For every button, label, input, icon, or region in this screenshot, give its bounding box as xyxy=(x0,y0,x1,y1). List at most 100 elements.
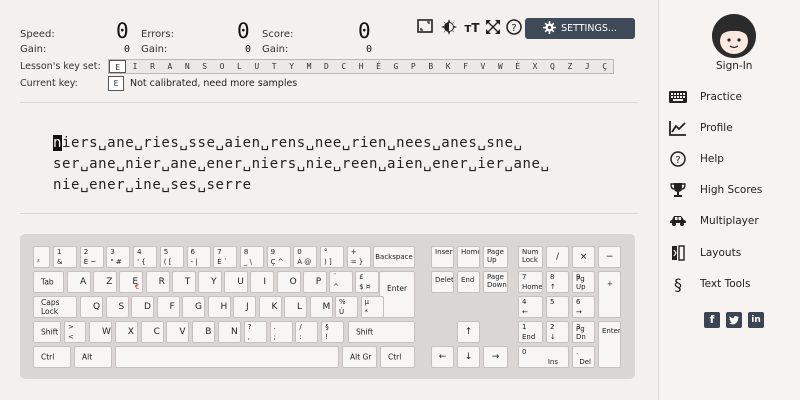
key-letter[interactable]: F xyxy=(156,296,180,318)
text-size-icon[interactable]: тT xyxy=(463,19,481,37)
key-numpad-7[interactable]: 7 Home xyxy=(518,271,543,293)
key-numpad-decimal[interactable]: . Del xyxy=(572,346,595,368)
key-ctrl-right[interactable]: Ctrl xyxy=(380,346,415,368)
key-letter[interactable]: E € xyxy=(119,271,144,293)
key-numpad-add[interactable]: + xyxy=(598,271,621,318)
key-symbol[interactable]: ¨ ^ xyxy=(329,271,353,293)
key-numpad-1[interactable]: 1 End xyxy=(518,321,543,343)
key-row0-11[interactable]: °) ] xyxy=(320,246,344,268)
key-row0-8[interactable]: 8 _ \ xyxy=(239,246,264,268)
key-numpad-divide[interactable]: / xyxy=(546,246,569,268)
key-arrow-down[interactable]: ↓ xyxy=(457,346,480,368)
key-shift-right[interactable]: Shift xyxy=(348,321,415,343)
key-row0-2[interactable]: 2É ~ xyxy=(79,246,104,268)
key-letter[interactable]: T xyxy=(171,271,196,293)
key-symbol[interactable]: % Ù xyxy=(335,296,358,318)
nav-multiplayer[interactable]: Multiplayer xyxy=(669,211,759,231)
key-numpad-5[interactable]: 5 xyxy=(546,296,569,318)
key-row0-12[interactable]: + = } xyxy=(346,246,371,268)
key-letter[interactable]: H xyxy=(207,296,231,318)
key-less-than[interactable]: > < xyxy=(64,321,86,343)
key-space[interactable] xyxy=(115,346,339,368)
expand-icon[interactable] xyxy=(484,19,502,37)
key-backspace[interactable]: Backspace xyxy=(373,246,415,268)
key-numpad-multiply[interactable]: × xyxy=(572,246,595,268)
key-numpad-0[interactable]: 0 Ins xyxy=(518,346,569,368)
key-enter[interactable]: Enter xyxy=(379,271,415,318)
key-row0-9[interactable]: 9Ç ^ xyxy=(266,246,291,268)
key-tab[interactable]: Tab xyxy=(33,271,64,293)
settings-button[interactable]: SETTINGS... xyxy=(525,18,635,39)
help-icon[interactable]: ? xyxy=(505,19,523,37)
key-letter[interactable]: S xyxy=(105,296,129,318)
key-row0-4[interactable]: 4 ' { xyxy=(133,246,158,268)
key-numpad-4[interactable]: 4 ← xyxy=(518,296,543,318)
key-letter[interactable]: N xyxy=(218,321,241,343)
key-row0-5[interactable]: 5( [ xyxy=(159,246,184,268)
key-letter[interactable]: U xyxy=(224,271,249,293)
key-letter[interactable]: X xyxy=(114,321,138,343)
key-superscript-two[interactable]: ² xyxy=(33,246,50,268)
key-shift-left[interactable]: Shift xyxy=(33,321,61,343)
key-symbol[interactable]: £ $ ¤ xyxy=(355,271,380,293)
key-letter[interactable]: G xyxy=(182,296,205,318)
lesson-line-1[interactable]: niers␣ane␣ries␣sse␣aien␣rens␣nee␣rien␣ne… xyxy=(53,135,523,151)
key-letter[interactable]: P xyxy=(302,271,327,293)
key-symbol[interactable]: /: xyxy=(295,321,319,343)
nav-layouts[interactable]: Layouts xyxy=(669,243,741,263)
theme-icon[interactable] xyxy=(440,19,458,37)
key-numpad-8[interactable]: 8 ↑ xyxy=(546,271,569,293)
key-letter[interactable]: J xyxy=(233,296,256,318)
twitter-icon[interactable] xyxy=(726,312,742,328)
key-insert[interactable]: Insert xyxy=(431,246,454,268)
key-end[interactable]: End xyxy=(457,271,480,293)
key-page-up[interactable]: Page Up xyxy=(483,246,508,268)
key-symbol[interactable]: .; xyxy=(269,321,293,343)
nav-high-scores[interactable]: High Scores xyxy=(669,180,762,200)
key-row0-1[interactable]: 1 & xyxy=(53,246,77,268)
key-letter[interactable]: M xyxy=(309,296,333,318)
key-letter[interactable]: D xyxy=(131,296,154,318)
lesson-line-2[interactable]: ser␣ane␣nier␣ane␣ener␣niers␣nie␣reen␣aie… xyxy=(53,156,550,172)
nav-text-tools[interactable]: § Text Tools xyxy=(669,274,750,294)
key-page-down[interactable]: Page Down xyxy=(483,271,508,293)
key-alt[interactable]: Alt xyxy=(74,346,112,368)
avatar[interactable] xyxy=(712,14,756,58)
nav-profile[interactable]: Profile xyxy=(669,118,733,138)
key-arrow-right[interactable]: → xyxy=(483,346,508,368)
key-letter[interactable]: C xyxy=(140,321,164,343)
key-alt-gr[interactable]: Alt Gr xyxy=(342,346,377,368)
key-letter[interactable]: L xyxy=(284,296,307,318)
key-row0-10[interactable]: 0À @ xyxy=(293,246,318,268)
key-symbol[interactable]: §! xyxy=(321,321,345,343)
key-numpad-2[interactable]: 2 ↓ xyxy=(546,321,569,343)
linkedin-icon[interactable]: in xyxy=(748,312,764,328)
key-row0-7[interactable]: 7È ` xyxy=(213,246,238,268)
key-letter[interactable]: A xyxy=(67,271,91,293)
fullscreen-toggle-icon[interactable] xyxy=(416,19,434,37)
key-arrow-left[interactable]: ← xyxy=(431,346,454,368)
nav-practice[interactable]: Practice xyxy=(669,87,742,107)
key-home[interactable]: Home xyxy=(457,246,480,268)
key-numpad-6[interactable]: 6 → xyxy=(572,296,595,318)
key-symbol[interactable]: µ * xyxy=(360,296,384,318)
key-letter[interactable]: R xyxy=(145,271,170,293)
key-letter[interactable]: Q xyxy=(80,296,103,318)
key-arrow-up[interactable]: ↑ xyxy=(457,321,480,343)
key-letter[interactable]: Z xyxy=(93,271,118,293)
key-numpad-9[interactable]: 9 Pg Up xyxy=(572,271,595,293)
facebook-icon[interactable]: f xyxy=(704,312,720,328)
key-letter[interactable]: V xyxy=(166,321,190,343)
key-numpad-enter[interactable]: Enter xyxy=(598,321,621,368)
key-letter[interactable]: K xyxy=(258,296,282,318)
key-num-lock[interactable]: Num Lock xyxy=(518,246,543,268)
key-numpad-3[interactable]: 3 Pg Dn xyxy=(572,321,595,343)
key-row0-3[interactable]: 3 " # xyxy=(106,246,131,268)
key-numpad-subtract[interactable]: − xyxy=(598,246,621,268)
lesson-line-3[interactable]: nie␣ener␣ine␣ses␣serre xyxy=(53,177,252,193)
key-letter[interactable]: B xyxy=(192,321,216,343)
key-letter[interactable]: I xyxy=(250,271,275,293)
nav-help[interactable]: ? Help xyxy=(669,149,724,169)
key-letter[interactable]: Y xyxy=(198,271,222,293)
key-letter[interactable]: O xyxy=(276,271,301,293)
